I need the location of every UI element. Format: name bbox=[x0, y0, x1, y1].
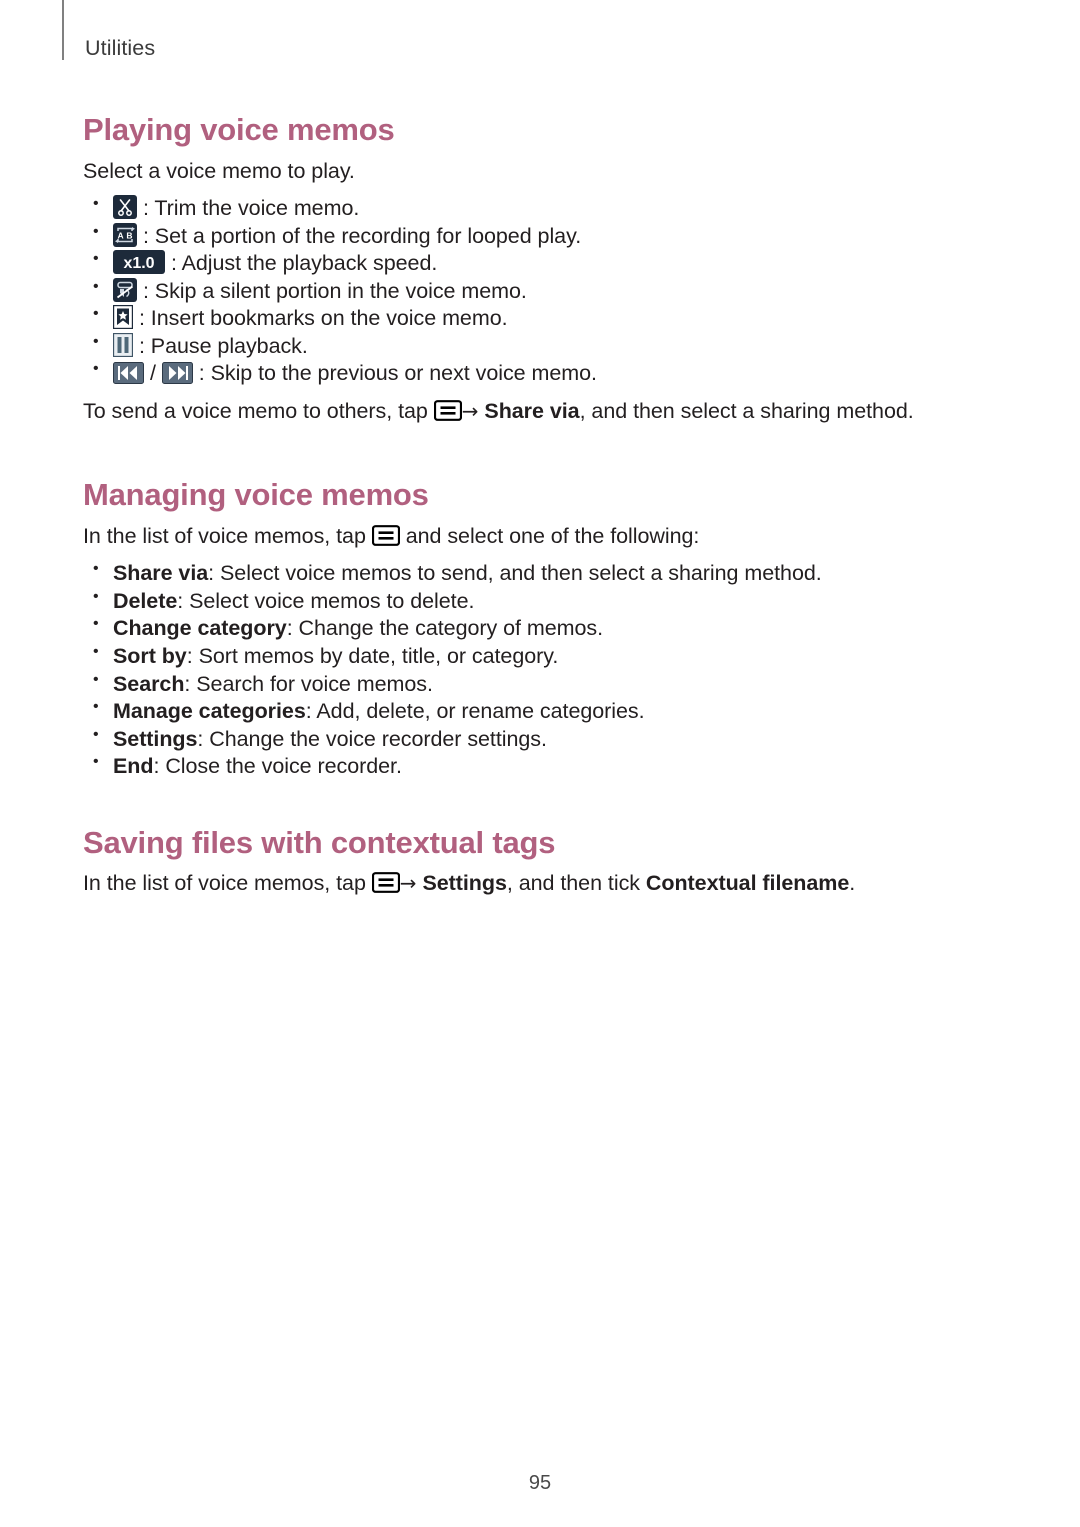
arrow-glyph: → bbox=[399, 871, 417, 896]
list-item: Change category: Change the category of … bbox=[83, 614, 1003, 643]
option-description: : Change the voice recorder settings. bbox=[197, 726, 547, 751]
page-number: 95 bbox=[528, 1472, 552, 1494]
settings-bold: Settings bbox=[422, 871, 507, 896]
option-term: Sort by bbox=[113, 643, 187, 668]
managing-text-before: In the list of voice memos, tap bbox=[83, 523, 372, 548]
menu-key-icon bbox=[371, 525, 400, 546]
skip-silence-icon bbox=[113, 277, 137, 302]
playback-controls-list: : Trim the voice memo. A B : Set a porti… bbox=[83, 194, 1003, 388]
list-item: Manage categories: Add, delete, or renam… bbox=[83, 697, 1003, 726]
option-term: Settings bbox=[113, 726, 198, 751]
option-term: Change category bbox=[113, 616, 287, 641]
pause-icon bbox=[113, 332, 133, 357]
heading-managing-voice-memos: Managing voice memos bbox=[83, 477, 429, 513]
option-term: Manage categories bbox=[113, 699, 306, 724]
option-description: : Add, delete, or rename categories. bbox=[305, 699, 645, 724]
scissors-icon bbox=[113, 195, 137, 220]
list-item-label: : Set a portion of the recording for loo… bbox=[142, 223, 582, 248]
list-item: Search: Search for voice memos. bbox=[83, 670, 1003, 699]
option-description: : Close the voice recorder. bbox=[153, 754, 402, 779]
paragraph-share-voice-memo: To send a voice memo to others, tap → Sh… bbox=[83, 398, 1003, 426]
option-description: : Search for voice memos. bbox=[184, 671, 433, 696]
playback-speed-icon: x1.0 bbox=[113, 250, 165, 275]
list-item: : Pause playback. bbox=[83, 332, 1003, 361]
list-item-label: : Adjust the playback speed. bbox=[170, 251, 438, 276]
contextual-text-before: In the list of voice memos, tap bbox=[83, 871, 372, 896]
option-description: : Select voice memos to send, and then s… bbox=[208, 561, 822, 586]
list-item-label: : Insert bookmarks on the voice memo. bbox=[138, 306, 508, 331]
svg-text:B: B bbox=[126, 230, 132, 240]
share-text-before: To send a voice memo to others, tap bbox=[83, 398, 434, 423]
option-description: : Sort memos by date, title, or category… bbox=[186, 643, 559, 668]
header-vertical-rule bbox=[62, 0, 64, 60]
option-term: End bbox=[113, 754, 154, 779]
option-term: Share via bbox=[113, 561, 209, 586]
menu-key-icon bbox=[433, 399, 462, 421]
list-item: / : Skip to the previous or next voice m… bbox=[83, 359, 1003, 388]
skip-next-icon bbox=[161, 362, 193, 385]
skip-previous-icon bbox=[113, 362, 144, 385]
contextual-text-end: . bbox=[849, 871, 856, 896]
contextual-text-middle: , and then tick bbox=[506, 871, 646, 896]
page-content: Playing voice memos Select a voice memo … bbox=[83, 112, 1003, 898]
bookmark-icon bbox=[113, 305, 133, 330]
heading-saving-files-contextual-tags: Saving files with contextual tags bbox=[83, 824, 556, 860]
managing-text-after: and select one of the following: bbox=[399, 523, 700, 548]
list-item: End: Close the voice recorder. bbox=[83, 752, 1003, 781]
share-text-after: , and then select a sharing method. bbox=[579, 398, 914, 423]
heading-playing-voice-memos: Playing voice memos bbox=[83, 112, 395, 147]
menu-key-icon bbox=[371, 872, 400, 894]
share-via-bold: Share via bbox=[484, 398, 580, 423]
svg-text:x1.0: x1.0 bbox=[124, 255, 155, 272]
option-term: Delete bbox=[113, 588, 178, 613]
option-description: : Change the category of memos. bbox=[286, 616, 604, 641]
transport-separator: / bbox=[149, 361, 162, 386]
list-item: : Skip a silent portion in the voice mem… bbox=[83, 277, 1003, 306]
svg-text:A: A bbox=[118, 230, 124, 240]
contextual-filename-bold: Contextual filename bbox=[645, 871, 850, 896]
list-item: A B : Set a portion of the recording for… bbox=[83, 222, 1003, 251]
running-header: Utilities bbox=[0, 0, 1080, 64]
document-page: Utilities Playing voice memos Select a v… bbox=[0, 0, 1080, 1527]
list-item-label: : Pause playback. bbox=[138, 333, 308, 358]
list-item: x1.0 : Adjust the playback speed. bbox=[83, 249, 1003, 278]
arrow-glyph: → bbox=[461, 398, 479, 423]
list-item-label: : Trim the voice memo. bbox=[142, 196, 360, 221]
paragraph-select-memo: Select a voice memo to play. bbox=[83, 158, 355, 183]
list-item: Share via: Select voice memos to send, a… bbox=[83, 559, 1003, 588]
paragraph-contextual-tags: In the list of voice memos, tap → Settin… bbox=[83, 870, 1003, 898]
list-item: Delete: Select voice memos to delete. bbox=[83, 587, 1003, 616]
paragraph-managing-intro: In the list of voice memos, tap and sele… bbox=[83, 523, 1003, 551]
managing-options-list: Share via: Select voice memos to send, a… bbox=[83, 559, 1003, 781]
list-item: Sort by: Sort memos by date, title, or c… bbox=[83, 642, 1003, 671]
running-title: Utilities bbox=[85, 36, 156, 60]
option-description: : Select voice memos to delete. bbox=[177, 588, 475, 613]
option-term: Search bbox=[113, 671, 185, 696]
list-item: : Trim the voice memo. bbox=[83, 194, 1003, 223]
list-item-label: : Skip a silent portion in the voice mem… bbox=[142, 278, 527, 303]
list-item-label: : Skip to the previous or next voice mem… bbox=[198, 361, 597, 386]
list-item: : Insert bookmarks on the voice memo. bbox=[83, 304, 1003, 333]
ab-repeat-icon: A B bbox=[113, 222, 137, 247]
list-item: Settings: Change the voice recorder sett… bbox=[83, 725, 1003, 754]
